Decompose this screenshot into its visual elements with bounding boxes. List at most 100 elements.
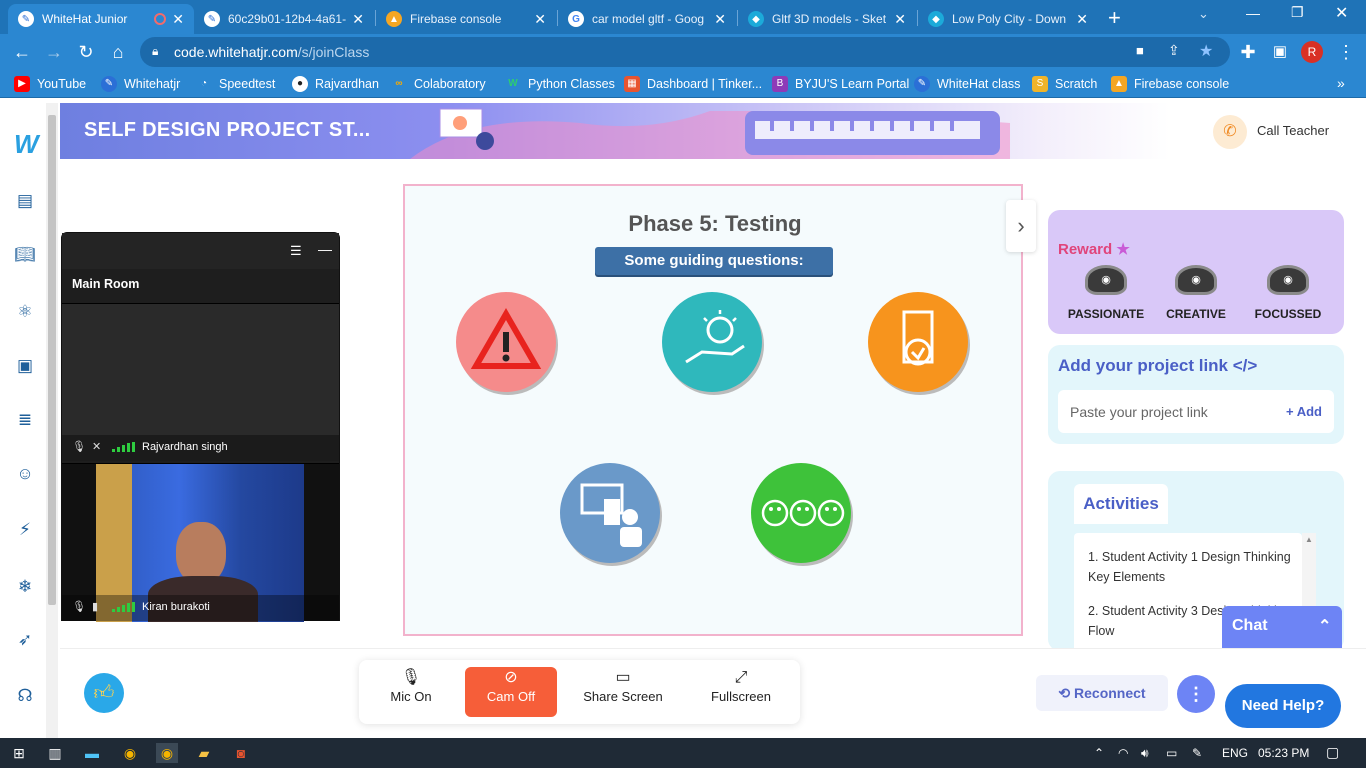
close-tab-icon[interactable]: ✕: [352, 11, 364, 28]
close-tab-icon[interactable]: ✕: [714, 11, 726, 28]
bookmark-scratch[interactable]: S Scratch: [1032, 76, 1097, 92]
clock[interactable]: 05:23 PM: [1258, 746, 1309, 760]
tab-search-icon[interactable]: ⌄: [1198, 6, 1209, 22]
badge-label: PASSIONATE: [1067, 307, 1145, 321]
bookmark-colaboratory[interactable]: ∞ Colaboratory: [391, 76, 485, 92]
forward-icon[interactable]: →: [42, 40, 66, 64]
molecule-icon[interactable]: ⚛︎: [14, 301, 36, 323]
lightning-icon[interactable]: ⚡︎: [14, 519, 36, 541]
wifi-icon[interactable]: ◠: [1118, 746, 1128, 760]
share-screen-button[interactable]: ▭ Share Screen: [577, 667, 669, 717]
bookmark-whitehat-class[interactable]: ✎ WhiteHat class: [914, 76, 1020, 92]
badge-creative: ◉ CREATIVE: [1156, 265, 1236, 321]
browser-tab[interactable]: ◆ Low Poly City - Down ✕: [918, 4, 1098, 34]
close-tab-icon[interactable]: ✕: [894, 11, 906, 28]
firebase-icon: ▲: [1111, 76, 1127, 92]
close-tab-icon[interactable]: ✕: [172, 11, 184, 28]
file-explorer-icon[interactable]: ▰: [193, 743, 215, 763]
pen-icon[interactable]: ✎: [1192, 746, 1202, 760]
notes-icon[interactable]: ▣: [14, 355, 36, 377]
activities-tab[interactable]: Activities: [1074, 484, 1168, 524]
bookmark-firebase[interactable]: ▲ Firebase console: [1111, 76, 1229, 92]
notifications-icon[interactable]: ▢: [1326, 744, 1339, 761]
windows-start-icon[interactable]: ⊞: [8, 743, 30, 763]
browser-menu-icon[interactable]: ⋮: [1334, 40, 1358, 64]
browser-tab[interactable]: G car model gltf - Goog ✕: [558, 4, 736, 34]
extensions-icon[interactable]: ✚: [1236, 40, 1260, 64]
need-help-button[interactable]: Need Help?: [1225, 684, 1341, 728]
document-icon[interactable]: ≣: [14, 409, 36, 431]
camera-button[interactable]: ⊘ Cam Off: [465, 667, 557, 717]
home-icon[interactable]: ⌂: [106, 40, 130, 64]
gear-tool-icon: [868, 292, 968, 392]
mic-button[interactable]: 🎙︎ Mic On: [365, 667, 457, 717]
star-icon: ★: [1116, 241, 1130, 258]
phone-icon[interactable]: ✆: [1213, 115, 1247, 149]
chat-button[interactable]: Chat ⌃: [1222, 606, 1342, 648]
chrome-active-icon[interactable]: ◉: [156, 743, 178, 763]
activity-item[interactable]: 1. Student Activity 1 Design Thinking Ke…: [1088, 547, 1298, 587]
close-window-icon[interactable]: ✕: [1335, 3, 1348, 23]
bookmark-whitehatjr[interactable]: ✎ Whitehatjr: [101, 76, 180, 92]
language-indicator[interactable]: ENG: [1222, 746, 1248, 760]
desktop-app-icon[interactable]: ▬: [81, 743, 103, 763]
reload-icon[interactable]: ↻: [74, 40, 98, 64]
browser-tab[interactable]: ✎ WhiteHat Junior ✕: [8, 4, 194, 34]
battery-icon[interactable]: ▭: [1166, 746, 1177, 760]
task-view-icon[interactable]: ▥: [44, 743, 66, 763]
camera-blocked-icon[interactable]: ■: [1136, 43, 1144, 58]
next-slide-button[interactable]: ›: [1006, 200, 1036, 252]
badge-label: FOCUSSED: [1254, 307, 1322, 321]
browser-tab[interactable]: ◆ Gltf 3D models - Sket ✕: [738, 4, 916, 34]
bookmark-python-classes[interactable]: W Python Classes: [505, 76, 615, 92]
screen-recorder-icon[interactable]: ◙: [230, 743, 252, 763]
call-teacher-label[interactable]: Call Teacher: [1257, 123, 1329, 138]
left-nav-rail: W ▤ 📖︎ ⚛︎ ▣ ≣ ☺︎ ⚡︎ ❄︎ ➶ ☊: [0, 103, 46, 738]
bookmark-speedtest[interactable]: ◔ Speedtest: [196, 76, 275, 92]
close-tab-icon[interactable]: ✕: [1076, 11, 1088, 28]
more-bookmarks-icon[interactable]: »: [1337, 75, 1345, 91]
python-classes-icon: W: [508, 78, 518, 89]
smiley-icon[interactable]: ☺︎: [14, 463, 36, 485]
browser-tab[interactable]: ✎ 60c29b01-12b4-4a61- ✕: [194, 4, 374, 34]
thumbs-up-button[interactable]: 👍︎: [84, 673, 124, 713]
new-tab-icon[interactable]: +: [1108, 5, 1121, 31]
bookmark-youtube[interactable]: ▶ YouTube: [14, 76, 86, 92]
add-link-button[interactable]: + Add: [1286, 404, 1322, 419]
layout-icon[interactable]: ☰: [290, 243, 302, 259]
refresh-icon: ⟲: [1058, 685, 1071, 701]
reconnect-button[interactable]: ⟲ Reconnect: [1036, 675, 1168, 711]
reward-label: Reward ★: [1058, 240, 1130, 258]
tray-chevron-icon[interactable]: ⌃: [1094, 746, 1104, 760]
video-tile: 🎙︎▮ Kiran burakoti: [62, 463, 339, 622]
bookmark-byjus[interactable]: B BYJU'S Learn Portal: [772, 76, 909, 92]
bookmark-star-icon[interactable]: ★: [1199, 41, 1213, 61]
share-icon[interactable]: ⇪: [1168, 42, 1180, 59]
profile-avatar[interactable]: R: [1301, 41, 1323, 63]
side-panel-icon[interactable]: ▣: [1268, 40, 1292, 64]
snowflake-icon[interactable]: ❄︎: [14, 576, 36, 598]
dashboard-icon[interactable]: ▤: [14, 190, 36, 212]
whitehat-favicon-icon: ✎: [18, 11, 34, 27]
book-icon[interactable]: 📖︎: [14, 244, 36, 266]
fullscreen-button[interactable]: ⤢ Fullscreen: [695, 667, 787, 717]
rocket-icon[interactable]: ➶: [14, 629, 36, 651]
minimize-panel-icon[interactable]: —: [318, 241, 332, 257]
monitor-icon: ▭: [615, 669, 631, 686]
chrome-icon[interactable]: ◉: [119, 743, 141, 763]
browser-tab[interactable]: ▲ Firebase console ✕: [376, 4, 556, 34]
support-icon[interactable]: ☊: [14, 685, 36, 707]
minimize-window-icon[interactable]: —: [1246, 5, 1260, 21]
feedback-faces-icon: [751, 463, 851, 563]
volume-icon[interactable]: 🔊︎: [1141, 746, 1149, 761]
address-bar[interactable]: 🔒︎ code.whitehatjr.com/s/joinClass ■ ⇪ ★: [140, 37, 1230, 67]
bookmark-tinkercad[interactable]: ▦ Dashboard | Tinker...: [624, 76, 762, 92]
scrollbar-thumb[interactable]: [48, 115, 56, 605]
mic-camera-on-icons: 🎙︎▮: [72, 601, 105, 613]
more-options-button[interactable]: ⋮: [1177, 675, 1215, 713]
maximize-window-icon[interactable]: ❐: [1291, 4, 1304, 21]
close-tab-icon[interactable]: ✕: [534, 11, 546, 28]
video-panel: ☰ — Main Room 🎙︎✕ Rajvardhan singh 🎙︎▮ K…: [61, 232, 340, 622]
bookmark-rajvardhan[interactable]: ● Rajvardhan: [292, 76, 379, 92]
back-icon[interactable]: ←: [10, 40, 34, 64]
